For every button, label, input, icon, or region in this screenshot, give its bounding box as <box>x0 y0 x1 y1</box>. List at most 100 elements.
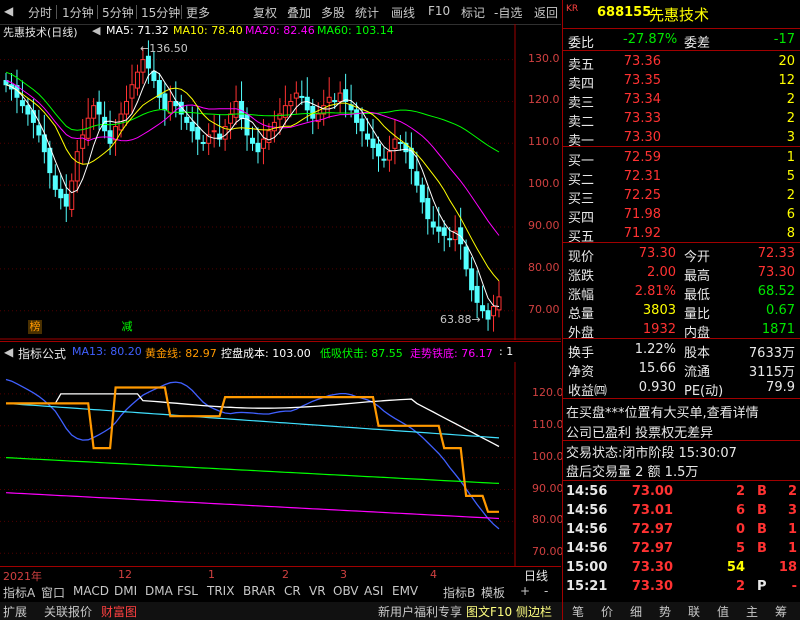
period-label[interactable]: 日线 <box>524 567 548 584</box>
ma5-line <box>5 69 500 307</box>
tick-count: 1 <box>787 541 797 556</box>
btn-multi[interactable]: 多股 <box>321 4 345 21</box>
high-marker: ←136.50 <box>140 42 188 55</box>
btn-f10-graphic[interactable]: 图文F10 <box>466 603 512 620</box>
bid-row[interactable]: 买二 72.31 5 <box>563 167 800 188</box>
tick-count: - <box>791 579 797 594</box>
zoom-in-button[interactable]: + <box>520 584 530 598</box>
high-value: 136.50 <box>149 42 188 55</box>
tab-brar[interactable]: BRAR <box>243 584 276 598</box>
weibi-value: -27.87% <box>623 32 678 47</box>
btn-expand[interactable]: 扩展 <box>3 603 27 620</box>
kline-chart[interactable] <box>0 24 561 340</box>
tab-window[interactable]: 窗口 <box>41 584 65 601</box>
tick-time: 15:00 <box>566 560 608 575</box>
tab-1min[interactable]: 1分钟 <box>62 4 94 21</box>
fund-row: 净资 15.66 流通 3115万 <box>563 359 800 380</box>
candle-body <box>140 59 146 73</box>
tick-volume: 0 <box>735 522 745 537</box>
tab-15min[interactable]: 15分钟 <box>141 4 180 21</box>
ask-row[interactable]: 卖三 73.34 2 <box>563 90 800 111</box>
stock-code: 688155 <box>597 5 652 20</box>
tab-dma[interactable]: DMA <box>145 584 173 598</box>
bid-row[interactable]: 买五 71.92 8 <box>563 224 800 245</box>
btn-sidebar[interactable]: 侧边栏 <box>516 603 552 620</box>
bid-row[interactable]: 买一 72.59 1 <box>563 148 800 169</box>
tab-dmi[interactable]: DMI <box>114 584 137 598</box>
tab-vr[interactable]: VR <box>309 584 326 598</box>
ask-row[interactable]: 卖一 73.30 3 <box>563 128 800 149</box>
btn-return[interactable]: 返回 <box>534 4 558 21</box>
news-line[interactable]: 在买盘***位置有大买单,查看详情 <box>563 400 800 421</box>
buy-label: 低吸伏击: 87.55 <box>320 347 403 360</box>
ask-volume: 20 <box>778 54 795 69</box>
chart-collapse-icon[interactable]: ◀ <box>92 24 100 37</box>
indicator-tick: 90.00 <box>532 481 564 495</box>
tick-time: 14:56 <box>566 484 608 499</box>
kr-badge: KR <box>566 4 579 14</box>
indicator-tick: 110.0 <box>532 417 564 431</box>
btn-wealth[interactable]: 财富图 <box>101 603 137 620</box>
btn-related[interactable]: 关联报价 <box>44 603 92 620</box>
gold-line-label: 黄金线: 82.97 <box>145 347 217 360</box>
tab-trix[interactable]: TRIX <box>207 584 234 598</box>
news-text[interactable]: 公司已盈利 投票权无差异 <box>566 422 713 441</box>
bottom-label: 走势铁底: 76.17 <box>410 347 493 360</box>
btn-newuser[interactable]: 新用户福利专享 <box>378 603 462 620</box>
price-tick: 70.00 <box>528 302 560 316</box>
tab-cr[interactable]: CR <box>284 584 301 598</box>
tab-timeshare[interactable]: 分时 <box>28 4 52 21</box>
tab-obv[interactable]: OBV <box>333 584 359 598</box>
news-text[interactable]: 在买盘***位置有大买单,查看详情 <box>566 402 759 421</box>
tab-indicator-b[interactable]: 指标B <box>443 584 475 601</box>
tab-macd[interactable]: MACD <box>73 584 109 598</box>
candle-body <box>96 101 102 115</box>
tag-badge[interactable]: 榜 <box>28 320 42 334</box>
tab-emv[interactable]: EMV <box>392 584 418 598</box>
indicator-title[interactable]: 指标公式 <box>18 345 66 362</box>
ma60-label: MA60: 103.14 <box>317 24 394 37</box>
bid-price: 72.31 <box>623 169 661 184</box>
back-icon[interactable]: ◀ <box>4 4 13 18</box>
year-label: 2021年 <box>3 570 42 583</box>
tick-side: B <box>757 541 767 556</box>
weibi-label: 委比 <box>568 36 595 51</box>
tick-row: 15:21 73.30 2 P - <box>563 577 800 597</box>
divider <box>563 398 800 399</box>
tab-template[interactable]: 模板 <box>481 584 505 601</box>
tab-5min[interactable]: 5分钟 <box>102 4 134 21</box>
btn-mark[interactable]: 标记 <box>461 4 485 21</box>
tick-row: 15:00 73.30 54 18 <box>563 558 800 578</box>
ask-row[interactable]: 卖四 73.35 12 <box>563 71 800 92</box>
tick-count: 2 <box>787 484 797 499</box>
tab-fsl[interactable]: FSL <box>177 584 198 598</box>
tick-price: 73.00 <box>631 484 673 499</box>
stat-value: 3803 <box>642 303 676 318</box>
btn-draw[interactable]: 画线 <box>391 4 415 21</box>
price-tick: 130.0 <box>528 51 560 65</box>
tab-indicator-a[interactable]: 指标A <box>3 584 35 601</box>
stat-value: 73.30 <box>757 265 795 280</box>
ask-row[interactable]: 卖二 73.33 2 <box>563 109 800 130</box>
stat-row: 涨幅 2.81% 最低 68.52 <box>563 282 800 303</box>
btn-stats[interactable]: 统计 <box>355 4 379 21</box>
indicator-tick: 100.0 <box>532 449 564 463</box>
bid-row[interactable]: 买四 71.98 6 <box>563 205 800 226</box>
btn-fuquan[interactable]: 复权 <box>253 4 277 21</box>
ask-row[interactable]: 卖五 73.36 20 <box>563 52 800 73</box>
btn-f10[interactable]: F10 <box>428 4 450 18</box>
indicator-collapse-icon[interactable]: ◀ <box>4 345 13 359</box>
btn-watchlist[interactable]: -自选 <box>494 4 522 21</box>
ma20-line <box>5 80 500 236</box>
indicator-chart[interactable] <box>0 362 561 566</box>
candles <box>3 40 502 332</box>
tab-more[interactable]: 更多 <box>186 4 210 21</box>
divider <box>136 5 137 19</box>
news-line[interactable]: 公司已盈利 投票权无差异 <box>563 420 800 441</box>
zoom-out-button[interactable]: - <box>544 584 548 598</box>
candle-body <box>375 143 381 157</box>
tab-asi[interactable]: ASI <box>364 584 383 598</box>
bid-row[interactable]: 买三 72.25 2 <box>563 186 800 207</box>
btn-overlay[interactable]: 叠加 <box>287 4 311 21</box>
tag-badge[interactable]: 减 <box>120 320 134 334</box>
